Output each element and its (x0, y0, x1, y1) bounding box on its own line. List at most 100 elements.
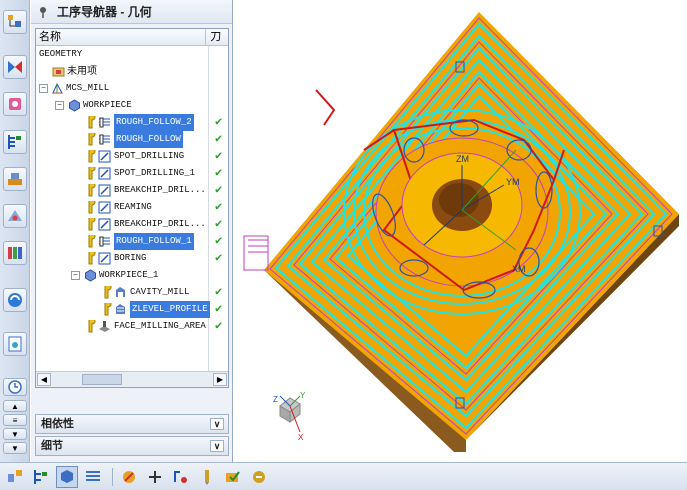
check-icon: ✔ (215, 285, 223, 299)
check-icon: ✔ (215, 251, 223, 265)
tree-row-label: BREAKCHIP_DRIL... (114, 219, 206, 229)
drill-icon (98, 167, 111, 180)
collapse-toggle-icon[interactable]: − (39, 84, 48, 93)
tree-row-label: REAMING (114, 202, 152, 212)
tool-path-status-icon (88, 218, 96, 231)
check-icon: ✔ (215, 115, 223, 129)
column-name-header[interactable]: 名称 (36, 29, 207, 45)
horizontal-scrollbar[interactable]: ◀ ▶ (36, 371, 228, 387)
tree-row-reaming[interactable]: REAMING ✔ (36, 199, 228, 216)
tree-row-spot-drilling[interactable]: SPOT_DRILLING ✔ (36, 148, 228, 165)
tree-row-breakchip-drilling[interactable]: BREAKCHIP_DRIL... ✔ (36, 182, 228, 199)
tree-row-mcs-mill[interactable]: − MCS_MILL (36, 80, 228, 97)
scroll-up-icon[interactable]: ▲ (3, 400, 27, 412)
machining-feature-navigator-icon[interactable] (3, 204, 27, 228)
scroll-thumb[interactable] (82, 374, 122, 385)
scroll-left-icon[interactable]: ◀ (37, 373, 51, 386)
machine-tool-navigator-icon[interactable] (3, 167, 27, 191)
tree-row-rough-follow-2[interactable]: ROUGH_FOLLOW_2 ✔ (36, 114, 228, 131)
check-icon: ✔ (215, 149, 223, 163)
graphics-viewport[interactable]: ZM YM XM Y Z X (234, 0, 687, 462)
tree-header: 名称 刀 (36, 29, 228, 46)
column-tool-header[interactable]: 刀 (206, 29, 228, 45)
tree-row-rough-follow[interactable]: ROUGH_FOLLOW ✔ (36, 131, 228, 148)
tree-row-geometry[interactable]: GEOMETRY (36, 46, 228, 63)
tool-path-status-icon (88, 167, 96, 180)
tree-row-boring[interactable]: BORING ✔ (36, 250, 228, 267)
axis-label-zm: ZM (456, 154, 469, 164)
tree-row-rough-follow-1[interactable]: ROUGH_FOLLOW_1 ✔ (36, 233, 228, 250)
verify-icon[interactable] (222, 466, 244, 488)
clock-icon[interactable] (3, 378, 27, 396)
display-options-icon[interactable] (170, 466, 192, 488)
select-filter-icon[interactable] (4, 466, 26, 488)
face-milling-icon (99, 321, 110, 332)
tool-path-status-icon (88, 150, 96, 163)
tree-row-label: FACE_MILLING_AREA (114, 321, 206, 331)
machining-method-view-icon[interactable] (82, 466, 104, 488)
check-icon: ✔ (215, 302, 223, 316)
details-panel-header[interactable]: 细节 ∨ (35, 436, 229, 456)
operation-tree[interactable]: 名称 刀 GEOMETRY 未用项 − MCS_MILL − WORKPIECE… (35, 28, 229, 388)
tree-row-label: BREAKCHIP_DRIL... (114, 185, 206, 195)
toolbar-separator (112, 468, 113, 486)
workpiece-icon (85, 269, 96, 282)
scroll-down-icon[interactable]: ▼ (3, 428, 27, 440)
geometry-view-icon[interactable] (56, 466, 78, 488)
tree-row-label: 未用项 (67, 66, 97, 77)
tool-path-status-icon (104, 286, 112, 299)
triad-label-z: Z (273, 395, 278, 404)
part-navigator-icon[interactable] (3, 92, 27, 116)
history-icon[interactable] (3, 332, 27, 356)
tree-row-workpiece-1[interactable]: − WORKPIECE_1 (36, 267, 228, 284)
operation-navigator: 工序导航器 - 几何 名称 刀 GEOMETRY 未用项 − MCS_MILL (31, 0, 233, 462)
scroll-right-icon[interactable]: ▶ (213, 373, 227, 386)
scroll-more-icon[interactable]: ≡ (3, 414, 27, 426)
resource-bar: ▲ ≡ ▼ ▼ (0, 0, 30, 462)
tree-row-zlevel-profile[interactable]: ZLEVEL_PROFILE ✔ (36, 301, 228, 318)
zlevel-profile-icon (116, 304, 125, 314)
collapse-toggle-icon[interactable]: − (55, 101, 64, 110)
check-icon: ✔ (215, 183, 223, 197)
mcs-icon (52, 82, 63, 94)
tree-row-unused[interactable]: 未用项 (36, 63, 228, 80)
tool-path-status-icon (88, 235, 96, 248)
expand-chevron-icon[interactable]: ∨ (210, 440, 224, 452)
tool-path-status-icon (104, 303, 112, 316)
dependency-panel-header[interactable]: 相依性 ∨ (35, 414, 229, 434)
tree-row-face-milling-area[interactable]: FACE_MILLING_AREA ✔ (36, 318, 228, 335)
hierarchy-view-icon[interactable] (30, 466, 52, 488)
scroll-end-icon[interactable]: ▼ (3, 442, 27, 454)
drill-icon (98, 201, 111, 214)
tool-path-status-icon (88, 252, 96, 265)
assembly-navigator-icon[interactable] (3, 10, 27, 34)
axis-label-ym: YM (506, 177, 520, 187)
postprocess-icon[interactable] (248, 466, 270, 488)
tree-row-label: MCS_MILL (66, 83, 110, 93)
expand-chevron-icon[interactable]: ∨ (210, 418, 224, 430)
tree-row-spot-drilling-1[interactable]: SPOT_DRILLING_1 ✔ (36, 165, 228, 182)
tree-row-breakchip-drilling-2[interactable]: BREAKCHIP_DRIL... ✔ (36, 216, 228, 233)
web-browser-icon[interactable] (3, 288, 27, 312)
create-operation-icon[interactable] (118, 466, 140, 488)
navigator-title-bar: 工序导航器 - 几何 (31, 0, 232, 24)
collapse-toggle-icon[interactable]: − (71, 271, 80, 280)
tool-path-status-icon (88, 184, 96, 197)
tree-row-label: WORKPIECE (83, 100, 132, 110)
add-icon[interactable] (144, 466, 166, 488)
tree-row-cavity-mill[interactable]: CAVITY_MILL ✔ (36, 284, 228, 301)
reuse-library-icon[interactable] (3, 241, 27, 265)
toolpath-scene: ZM YM XM Y Z X (243, 12, 679, 452)
tool-icon[interactable] (196, 466, 218, 488)
tree-row-label: SPOT_DRILLING (114, 151, 185, 161)
constraint-navigator-icon[interactable] (3, 55, 27, 79)
drill-icon (98, 150, 111, 163)
tree-row-label: ROUGH_FOLLOW_2 (114, 114, 194, 131)
operation-navigator-icon[interactable] (3, 130, 27, 154)
pin-icon[interactable] (37, 6, 49, 18)
tool-path-status-icon (88, 116, 96, 129)
drill-icon (98, 218, 111, 231)
tree-row-label: CAVITY_MILL (130, 287, 190, 297)
workpiece-icon (69, 99, 80, 112)
tree-row-workpiece[interactable]: − WORKPIECE (36, 97, 228, 114)
